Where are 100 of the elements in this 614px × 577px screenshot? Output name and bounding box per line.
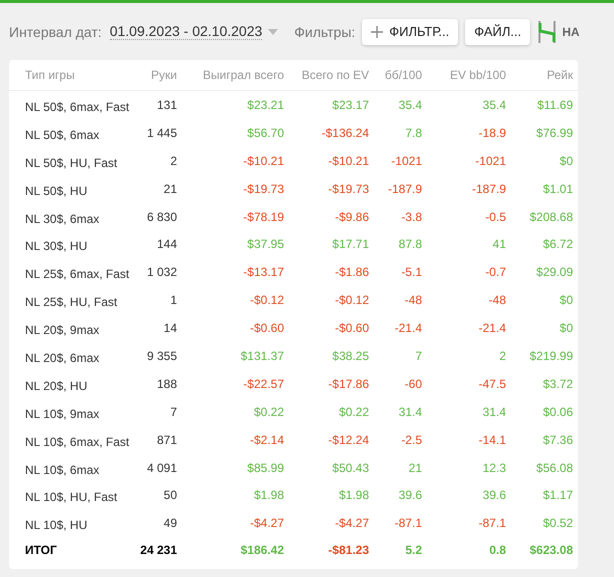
table-cell-text: -3.8 <box>400 210 422 224</box>
table-cell-text: $1.98 <box>252 488 284 502</box>
table-cell-text: 7 <box>414 348 422 363</box>
table-cell-text: 871 <box>156 432 177 447</box>
plus-icon <box>371 26 384 38</box>
table-cell-text: 35.4 <box>482 98 506 112</box>
table-cell-text: 188 <box>156 376 177 391</box>
table-cell-text: 50 <box>162 488 177 502</box>
table-cell-text: -$0.60 <box>248 321 284 336</box>
add-filter-button[interactable]: ФИЛЬТР... <box>362 18 458 44</box>
table-cell-text: NL 10$, 9max <box>24 406 100 421</box>
column-header[interactable]: Всего по EV <box>284 68 369 82</box>
table-cell-text: 2 <box>169 154 177 168</box>
column-header[interactable]: Рейк <box>506 68 573 82</box>
table-cell-text: -$10.21 <box>327 154 369 168</box>
table-cell-text: 7.8 <box>404 126 422 140</box>
table-cell-text: -2.5 <box>400 432 422 447</box>
table-cell-text: $208.68 <box>528 210 573 224</box>
table-cell-text: NL 10$, 6max, Fast <box>24 434 127 449</box>
table-cell-text: 24 231 <box>139 543 177 558</box>
table-cell-text: 87.8 <box>398 237 422 252</box>
table-cell-text: -47.5 <box>478 376 506 391</box>
table-cell-text: $0 <box>558 321 573 336</box>
file-button[interactable]: ФАЙЛ... <box>465 18 530 44</box>
table-cell-text: 131 <box>156 98 177 112</box>
table-cell-text: $1.01 <box>542 182 573 196</box>
logo-text: HA <box>562 24 580 38</box>
table-cell-text: -1021 <box>474 154 506 168</box>
table-cell-text: $0.52 <box>542 516 573 530</box>
table-cell-text: 21 <box>162 182 177 196</box>
table-cell-text: $186.42 <box>240 543 284 558</box>
table-cell-text: -$0.12 <box>334 293 369 308</box>
table-cell-text: NL 30$, HU <box>24 238 88 254</box>
table-cell-text: 5.2 <box>404 543 422 558</box>
table-cell-text: NL 25$, HU, Fast <box>24 294 118 310</box>
table-cell-text: $7.36 <box>542 432 573 447</box>
table-cell-text: 12.3 <box>482 460 506 475</box>
table-cell-text: -$2.14 <box>248 432 284 447</box>
table-cell-text: $11.69 <box>536 98 573 112</box>
table-cell-text: $0.06 <box>542 404 573 419</box>
column-header[interactable]: Руки <box>127 68 177 82</box>
column-header[interactable]: EV bb/100 <box>422 68 506 82</box>
table-cell-text: 21 <box>408 460 422 475</box>
date-label: Интервал дат: <box>9 24 102 40</box>
table-cell-text: NL 10$, HU <box>24 517 88 532</box>
table-cell-text: 14 <box>162 321 177 336</box>
table-cell-text: $1.17 <box>542 488 573 502</box>
table-cell-text: $29.09 <box>535 265 573 280</box>
table-cell-text: $17.71 <box>331 237 369 252</box>
table-cell-text: -$17.86 <box>327 376 369 391</box>
table-cell-text: -18.9 <box>478 126 506 140</box>
table-cell-text: -187.9 <box>386 182 422 196</box>
table-cell-text: $23.21 <box>246 98 284 112</box>
table-cell-text: -48 <box>488 293 506 308</box>
table-cell-text: $131.37 <box>240 348 284 363</box>
table-cell-text: $6.72 <box>542 237 573 252</box>
table-cell-text: -$4.27 <box>248 516 284 530</box>
table-cell-text: -$10.21 <box>242 154 284 168</box>
table-cell-text: NL 10$, 6max <box>24 462 100 477</box>
table-cell-text: 0.8 <box>488 543 506 558</box>
table-cell-text: -$0.60 <box>334 321 369 336</box>
table-cell-text: NL 50$, 6max, Fast <box>24 98 127 114</box>
table-cell-text: -$13.17 <box>242 265 284 280</box>
table-cell-text: $37.95 <box>246 237 284 252</box>
filters-label: Фильтры: <box>294 24 356 40</box>
table-cell-text: -$4.27 <box>334 516 369 530</box>
table-cell-text: NL 20$, HU <box>24 378 88 393</box>
table-cell-text: 49 <box>162 516 177 530</box>
table-cell-text: -0.7 <box>484 265 506 280</box>
table-cell-text: 4 091 <box>146 460 177 475</box>
table-cell-text: $85.99 <box>246 460 284 475</box>
table-cell-text: 1 <box>169 293 177 308</box>
table-cell-text: NL 10$, HU, Fast <box>24 489 118 504</box>
table-cell-text: -87.1 <box>478 516 506 530</box>
table-cell-text: -60 <box>404 376 422 391</box>
table-cell-text: $3.72 <box>542 376 573 391</box>
table-cell-text: $0.22 <box>252 404 284 419</box>
table-cell-text: -$22.57 <box>242 376 284 391</box>
table-cell-text: 39.6 <box>398 488 422 502</box>
table-cell-text: NL 50$, HU, Fast <box>24 154 118 170</box>
table-cell-text: NL 50$, 6max <box>24 126 100 142</box>
column-header[interactable]: Тип игры <box>9 68 127 82</box>
table-cell-text: -14.1 <box>478 432 506 447</box>
table-cell-text: -$19.73 <box>242 182 284 196</box>
table-cell-text: $56.08 <box>535 460 573 475</box>
caret-icon[interactable] <box>268 28 278 34</box>
table-cell-text: -$78.19 <box>242 210 284 224</box>
table-cell-text: 144 <box>156 237 177 252</box>
table-cell-text: $38.25 <box>331 348 369 363</box>
column-header[interactable]: Выиграл всего <box>177 68 284 82</box>
table-cell-text: ИТОГ <box>24 543 58 558</box>
column-header[interactable]: бб/100 <box>369 68 422 82</box>
table-cell-text: -1021 <box>390 154 422 168</box>
table-cell-text: NL 30$, 6max <box>24 210 100 226</box>
logo-icon <box>538 20 556 42</box>
table-cell-text: $1.98 <box>338 488 369 502</box>
table-cell-text: $0 <box>558 293 573 308</box>
table-cell-text: 1 032 <box>146 265 177 280</box>
date-range-dropdown[interactable]: 01.09.2023 - 02.10.2023 <box>110 23 262 40</box>
table-cell-text: NL 20$, 6max <box>24 350 100 365</box>
